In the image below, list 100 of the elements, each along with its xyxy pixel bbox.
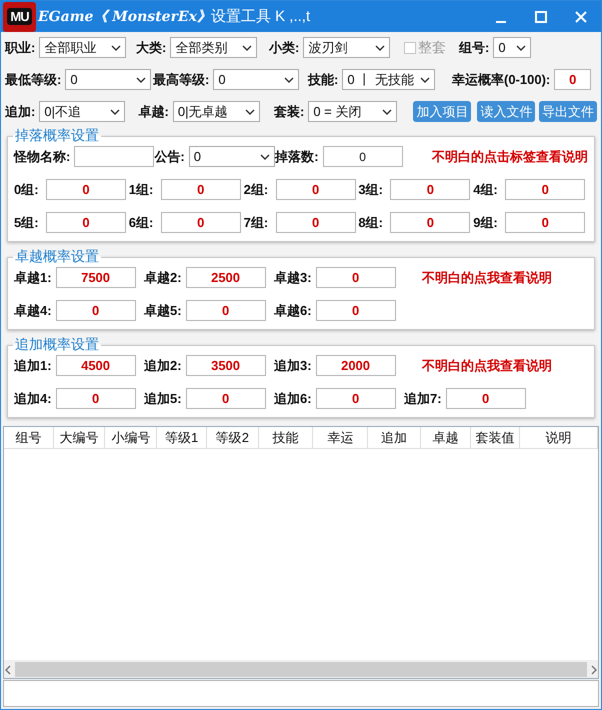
input-field[interactable]: 0: [56, 388, 136, 409]
dropdown[interactable]: 0 丨 无技能: [342, 69, 436, 90]
input-field[interactable]: 7500: [56, 267, 136, 288]
column-header[interactable]: 组号: [4, 427, 54, 448]
caret-icon: [516, 44, 526, 50]
dropdown[interactable]: 全部职业: [39, 37, 126, 58]
field-label: 公告:: [154, 148, 185, 166]
input-field[interactable]: 0: [322, 146, 403, 167]
field-label: 卓越3:: [274, 268, 312, 286]
dropdown[interactable]: 0|不追: [39, 101, 126, 122]
column-header[interactable]: 套装值: [470, 427, 520, 448]
field-label: 8组:: [358, 214, 384, 232]
dropdown[interactable]: 0: [65, 69, 152, 90]
field-label: 组号:: [459, 38, 490, 56]
help-hint[interactable]: 不明白的点我查看说明: [422, 268, 552, 286]
group-title: 掉落概率设置: [13, 128, 101, 143]
input-field[interactable]: 2000: [316, 355, 396, 376]
dropdown[interactable]: 0 = 关闭: [308, 101, 398, 122]
input-field[interactable]: 0: [56, 300, 136, 321]
field-label: 卓越5:: [144, 302, 182, 320]
field-label: 2组:: [244, 180, 270, 198]
close-icon[interactable]: [575, 10, 587, 22]
column-header[interactable]: 等级2: [206, 427, 259, 448]
column-header[interactable]: 等级1: [157, 427, 207, 448]
dropdown[interactable]: 全部类别: [170, 37, 258, 58]
caret-icon: [111, 44, 122, 50]
dropdown[interactable]: 波刃剑: [303, 37, 390, 58]
column-header[interactable]: 追加: [368, 427, 421, 448]
field-label: 最低等级:: [5, 70, 62, 88]
input-field[interactable]: 0: [160, 179, 241, 200]
input-field[interactable]: 0: [276, 179, 356, 200]
column-header[interactable]: 小编号: [105, 427, 158, 448]
field-label: 追加2:: [144, 356, 182, 374]
field-label: 9组:: [473, 214, 499, 232]
action-button[interactable]: 加入项目: [413, 101, 472, 122]
field-label: 卓越1:: [14, 268, 52, 286]
input-field[interactable]: 0: [505, 179, 586, 200]
help-hint[interactable]: 不明白的点我查看说明: [422, 356, 552, 374]
field-label: 1组:: [128, 180, 154, 198]
field-label: 追加1:: [14, 356, 52, 374]
dropdown[interactable]: 0: [493, 37, 532, 58]
input-field[interactable]: 3500: [186, 355, 266, 376]
caret-icon: [420, 76, 430, 82]
input-field[interactable]: 0: [505, 212, 586, 233]
field-label: 3组:: [358, 180, 384, 198]
column-header[interactable]: 说明: [520, 427, 598, 448]
scroll-thumb[interactable]: [15, 662, 587, 677]
caret-icon: [375, 44, 386, 50]
input-field[interactable]: 4500: [56, 355, 136, 376]
dropdown[interactable]: 0|无卓越: [172, 101, 260, 122]
input-field[interactable]: 0: [316, 267, 396, 288]
action-button[interactable]: 读入文件: [477, 101, 536, 122]
field-label: 追加3:: [274, 356, 312, 374]
input-field[interactable]: 0: [390, 179, 470, 200]
column-header[interactable]: 幸运: [313, 427, 368, 448]
field-label: 最高等级:: [153, 70, 210, 88]
caret-icon: [244, 108, 255, 114]
input-field[interactable]: 0: [186, 300, 266, 321]
field-label: 6组:: [128, 214, 154, 232]
field-label: 掉落数:: [275, 148, 319, 166]
field-label: 大类:: [136, 38, 166, 56]
window-title: EGame《 MonsterEx》设置工具 K ,..,t: [38, 7, 310, 26]
input-field[interactable]: 0: [446, 388, 526, 409]
field-label: 幸运概率(0-100):: [452, 70, 550, 88]
field-label: 职业:: [5, 38, 36, 56]
column-header[interactable]: 大编号: [54, 427, 106, 448]
input-field[interactable]: 0: [46, 179, 126, 200]
input-field[interactable]: 0: [390, 212, 470, 233]
field-label: 怪物名称:: [14, 148, 70, 166]
group-title: 追加概率设置: [13, 337, 101, 352]
caret-icon: [136, 76, 146, 82]
field-label: 追加5:: [144, 390, 182, 408]
input-field[interactable]: 0: [316, 300, 396, 321]
input-field[interactable]: 0: [186, 388, 266, 409]
input-field[interactable]: 0: [316, 388, 396, 409]
input-field[interactable]: [74, 146, 154, 167]
maximize-icon[interactable]: [535, 10, 547, 22]
input-field[interactable]: 0: [276, 212, 356, 233]
input-field[interactable]: 0: [554, 69, 592, 90]
action-button[interactable]: 导出文件: [539, 101, 598, 122]
column-header[interactable]: 卓越: [420, 427, 471, 448]
field-label: 追加4:: [14, 390, 52, 408]
help-hint[interactable]: 不明白的点击标签查看说明: [432, 148, 588, 166]
dropdown[interactable]: 0: [188, 146, 275, 167]
field-label: 小类:: [269, 38, 300, 56]
input-field[interactable]: 2500: [186, 267, 266, 288]
field-label: 套装:: [274, 102, 304, 120]
column-header[interactable]: 技能: [258, 427, 314, 448]
checkbox-label: 整套: [418, 38, 446, 56]
scroll-right-icon[interactable]: [590, 664, 598, 674]
input-field[interactable]: 0: [160, 212, 241, 233]
input-field[interactable]: 0: [46, 212, 126, 233]
field-label: 追加7:: [404, 390, 442, 408]
field-label: 7组:: [244, 214, 270, 232]
group-title: 卓越概率设置: [13, 249, 101, 264]
field-label: 卓越:: [138, 102, 169, 120]
field-label: 卓越6:: [274, 302, 312, 320]
horizontal-scrollbar[interactable]: [4, 660, 598, 678]
dropdown[interactable]: 0: [213, 69, 300, 90]
scroll-left-icon[interactable]: [4, 664, 12, 674]
